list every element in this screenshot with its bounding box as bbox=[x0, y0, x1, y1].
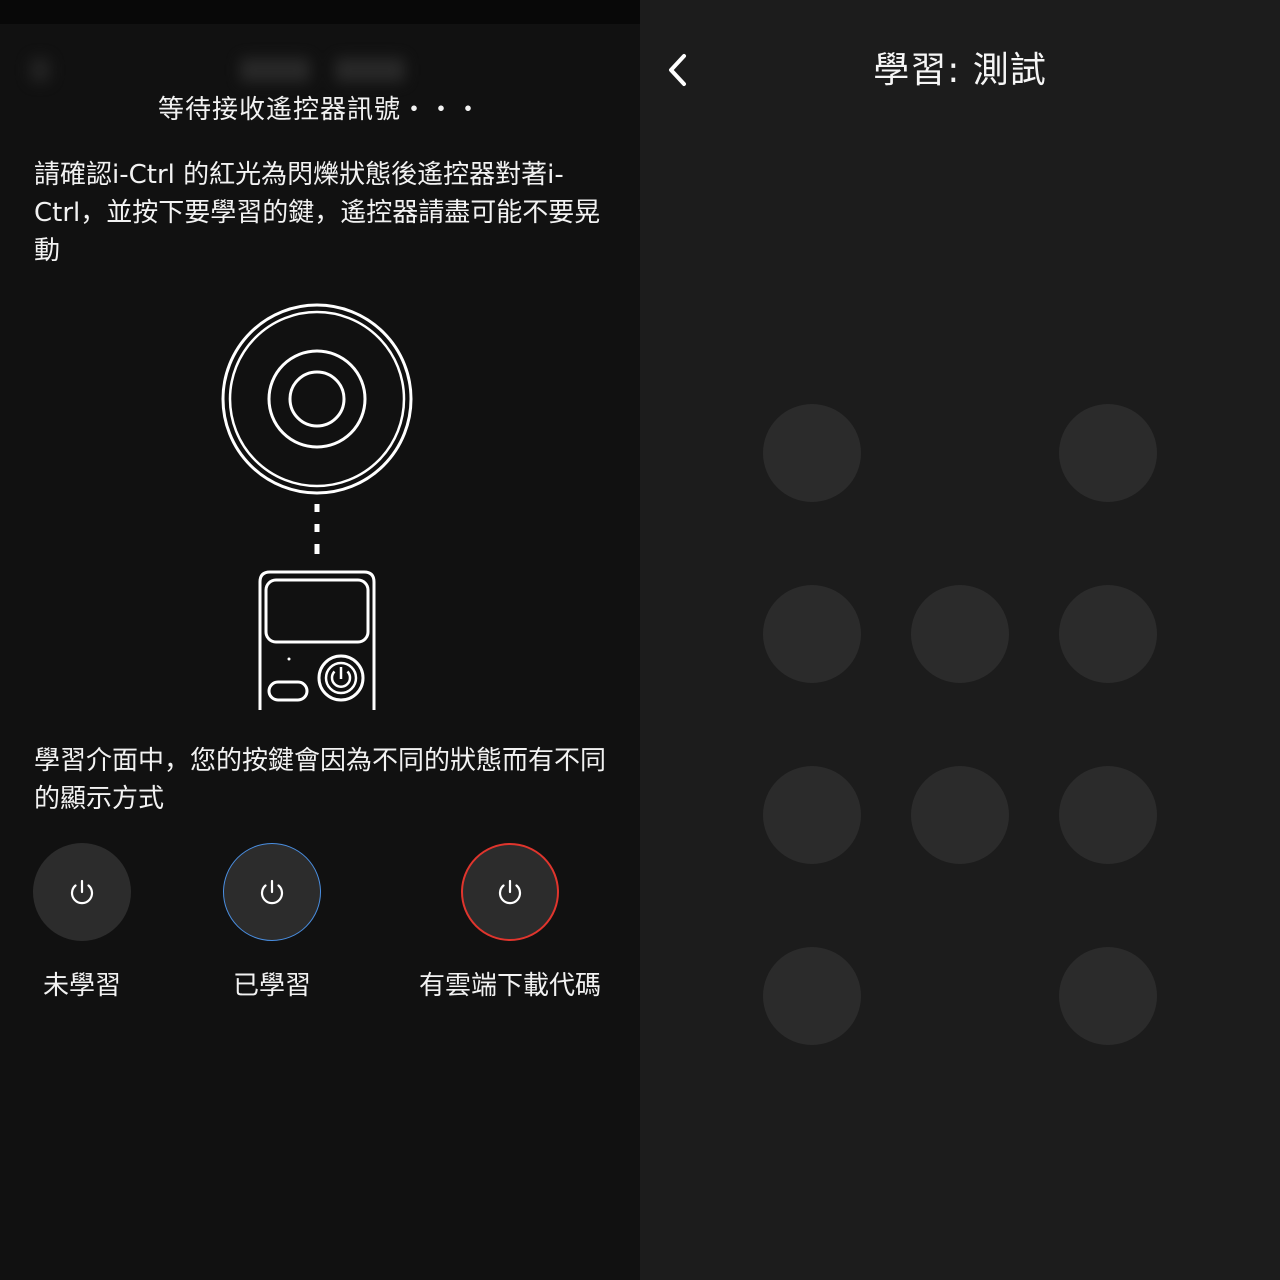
chevron-left-icon bbox=[669, 54, 686, 86]
unlearned-label: 未學習 bbox=[42, 971, 121, 1001]
blurred-header bbox=[20, 48, 440, 92]
learned-state-button bbox=[223, 843, 321, 941]
power-icon bbox=[260, 879, 284, 905]
legend-description: 學習介面中，您的按鍵會因為不同的狀態而有不同的顯示方式 bbox=[34, 746, 607, 814]
instruction-text: 請確認i-Ctrl 的紅光為閃爍狀態後遙控器對著i-Ctrl，並按下要學習的鍵，… bbox=[34, 160, 601, 266]
remote-button-r2-c2[interactable] bbox=[911, 585, 1009, 683]
remote-button-r3-c1[interactable] bbox=[763, 766, 861, 864]
remote-button-r3-c2[interactable] bbox=[911, 766, 1009, 864]
remote-button-r4-c1[interactable] bbox=[763, 947, 861, 1045]
cloud-code-label: 有雲端下載代碼 bbox=[418, 971, 601, 1001]
remote-button-r4-c3[interactable] bbox=[1059, 947, 1157, 1045]
learning-remote-screen: 學習: 測試 bbox=[640, 0, 1280, 1280]
remote-button-r2-c3[interactable] bbox=[1059, 585, 1157, 683]
power-icon bbox=[70, 879, 94, 905]
back-button[interactable] bbox=[658, 48, 698, 92]
page-title: 學習: 測試 bbox=[873, 50, 1047, 91]
learning-guide-panel: 等待接收遙控器訊號・・・ 請確認i-Ctrl 的紅光為閃爍狀態後遙控器對著i-C… bbox=[0, 0, 640, 1280]
learned-label: 已學習 bbox=[232, 971, 311, 1001]
status-bar bbox=[0, 0, 640, 24]
remote-button-r2-c1[interactable] bbox=[763, 585, 861, 683]
cloud-code-state-button bbox=[461, 843, 559, 941]
remote-button-r1-c3[interactable] bbox=[1059, 404, 1157, 502]
waiting-status-text: 等待接收遙控器訊號・・・ bbox=[157, 95, 482, 125]
power-icon bbox=[498, 879, 522, 905]
remote-button-r1-c1[interactable] bbox=[763, 404, 861, 502]
device-remote-illustration bbox=[221, 303, 413, 710]
remote-button-r3-c3[interactable] bbox=[1059, 766, 1157, 864]
unlearned-state-button bbox=[33, 843, 131, 941]
